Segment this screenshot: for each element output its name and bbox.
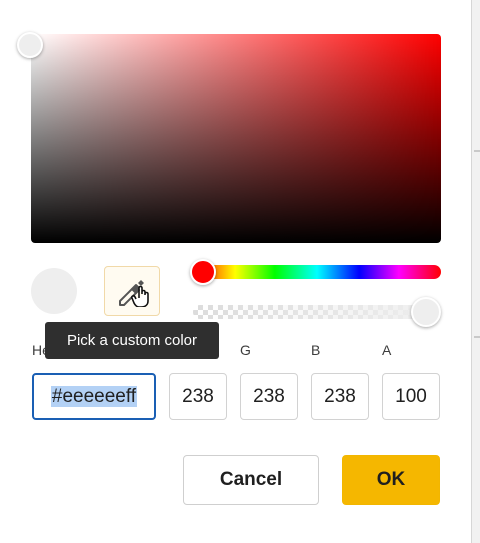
green-label: G: [240, 342, 251, 358]
color-picker-dialog: He R G B A Pick a custom color #eeeeeeff…: [0, 0, 472, 543]
hex-input[interactable]: #eeeeeeff: [32, 373, 156, 420]
ok-button[interactable]: OK: [342, 455, 440, 505]
alpha-slider[interactable]: [193, 305, 441, 319]
saturation-value-handle[interactable]: [17, 32, 43, 58]
eyedropper-tooltip: Pick a custom color: [45, 322, 219, 359]
blue-label: B: [311, 342, 321, 358]
eyedropper-icon: [119, 280, 149, 307]
hue-slider-handle[interactable]: [190, 259, 216, 285]
cancel-button[interactable]: Cancel: [183, 455, 319, 505]
green-input[interactable]: 238: [240, 373, 298, 420]
background-divider: [474, 336, 480, 338]
alpha-input[interactable]: 100: [382, 373, 440, 420]
eyedropper-button[interactable]: [104, 266, 160, 316]
hex-input-value: #eeeeeeff: [50, 386, 138, 407]
blue-input[interactable]: 238: [311, 373, 369, 420]
color-preview-swatch: [31, 268, 77, 314]
hue-slider[interactable]: [193, 265, 441, 279]
background-divider: [474, 150, 480, 152]
saturation-value-area[interactable]: [31, 34, 441, 243]
alpha-gradient: [193, 305, 441, 319]
background-edge: [472, 0, 480, 543]
red-input[interactable]: 238: [169, 373, 227, 420]
alpha-slider-handle[interactable]: [411, 297, 441, 327]
alpha-label: A: [382, 342, 392, 358]
